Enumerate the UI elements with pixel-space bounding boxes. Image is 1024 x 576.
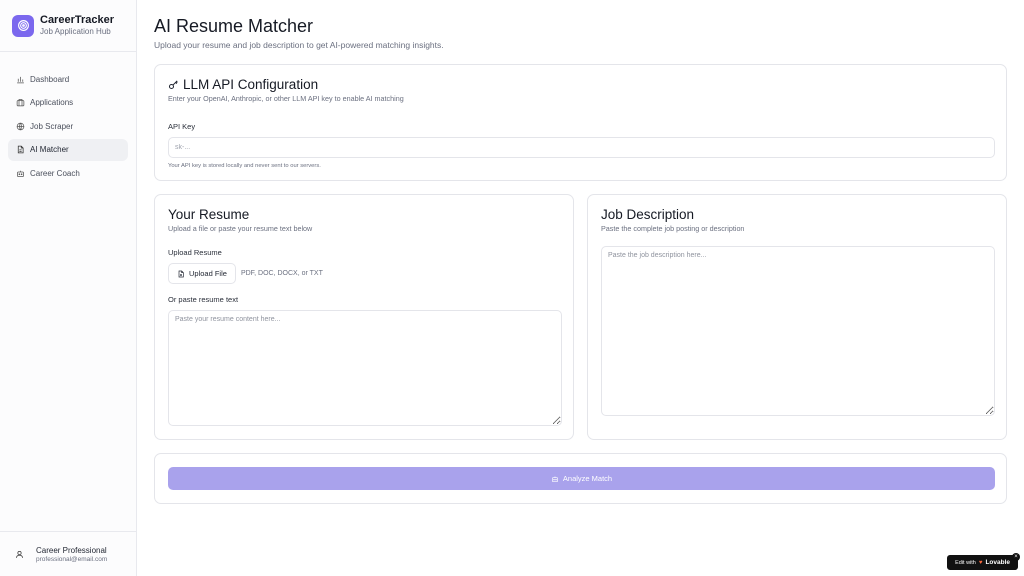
job-description-subtitle: Paste the complete job posting or descri…	[601, 224, 745, 233]
sidebar-item-job-scraper[interactable]: Job Scraper	[8, 115, 128, 137]
api-key-label: API Key	[168, 122, 196, 131]
resume-textarea[interactable]	[168, 310, 562, 426]
bot-icon	[551, 476, 558, 482]
api-config-description: Enter your OpenAI, Anthropic, or other L…	[168, 94, 404, 103]
api-key-note: Your API key is stored locally and never…	[168, 163, 321, 169]
sidebar-item-label: AI Matcher	[30, 145, 69, 154]
file-icon	[178, 270, 184, 277]
resume-card: Your Resume Upload a file or paste your …	[154, 194, 574, 440]
user-email: professional@email.com	[36, 555, 108, 563]
job-description-textarea[interactable]	[601, 246, 995, 416]
brand-subtitle: Job Application Hub	[40, 27, 111, 37]
api-key-input[interactable]	[168, 137, 995, 158]
page-title: AI Resume Matcher	[154, 16, 314, 36]
sidebar-item-ai-matcher[interactable]: AI Matcher	[8, 138, 128, 161]
briefcase-icon	[16, 98, 25, 107]
sidebar-item-career-coach[interactable]: Career Coach	[8, 162, 128, 184]
brand[interactable]: CareerTracker Job Application Hub	[0, 0, 136, 52]
sidebar-item-label: Career Coach	[30, 168, 80, 178]
job-description-title: Job Description	[601, 207, 695, 222]
file-text-icon	[16, 145, 25, 154]
analyze-card: Analyze Match	[154, 453, 1007, 504]
upload-resume-label: Upload Resume	[168, 248, 222, 257]
page-subtitle: Upload your resume and job description t…	[154, 40, 444, 50]
user-icon	[12, 547, 26, 561]
sidebar-item-label: Applications	[30, 98, 74, 107]
user-name: Career Professional	[36, 545, 107, 555]
badge-prefix: Edit with	[955, 559, 976, 566]
upload-hint: PDF, DOC, DOCX, or TXT	[240, 270, 323, 277]
upload-file-label: Upload File	[189, 269, 227, 278]
upload-file-button[interactable]: Upload File	[168, 263, 236, 284]
globe-icon	[16, 122, 25, 131]
paste-resume-label: Or paste resume text	[168, 295, 239, 304]
job-description-card: Job Description Paste the complete job p…	[587, 194, 1007, 440]
bot-icon	[16, 169, 25, 178]
user-profile[interactable]: Career Professional professional@email.c…	[0, 531, 136, 576]
brand-title: CareerTracker	[40, 14, 115, 27]
sidebar-item-applications[interactable]: Applications	[8, 92, 128, 114]
api-config-card: LLM API Configuration Enter your OpenAI,…	[154, 64, 1007, 181]
target-icon	[12, 14, 34, 37]
sidebar-nav: Dashboard Applications Job Scraper AI Ma…	[0, 52, 136, 184]
sidebar-item-dashboard[interactable]: Dashboard	[8, 68, 128, 90]
edit-with-lovable-badge[interactable]: Edit with ♥ Lovable	[947, 555, 1018, 570]
resume-title: Your Resume	[168, 207, 250, 222]
resume-description: Upload a file or paste your resume text …	[168, 224, 313, 233]
bar-chart-icon	[16, 75, 25, 84]
close-icon[interactable]: ×	[1012, 553, 1020, 561]
analyze-match-button[interactable]: Analyze Match	[168, 467, 995, 490]
heart-icon: ♥	[978, 559, 983, 566]
badge-brand: Lovable	[985, 559, 1010, 566]
api-config-title: LLM API Configuration	[183, 77, 319, 92]
sidebar-item-label: Dashboard	[30, 74, 70, 84]
analyze-match-label: Analyze Match	[562, 474, 613, 483]
sidebar: CareerTracker Job Application Hub Dashbo…	[0, 0, 137, 576]
sidebar-item-label: Job Scraper	[30, 121, 74, 131]
key-icon	[168, 80, 178, 90]
